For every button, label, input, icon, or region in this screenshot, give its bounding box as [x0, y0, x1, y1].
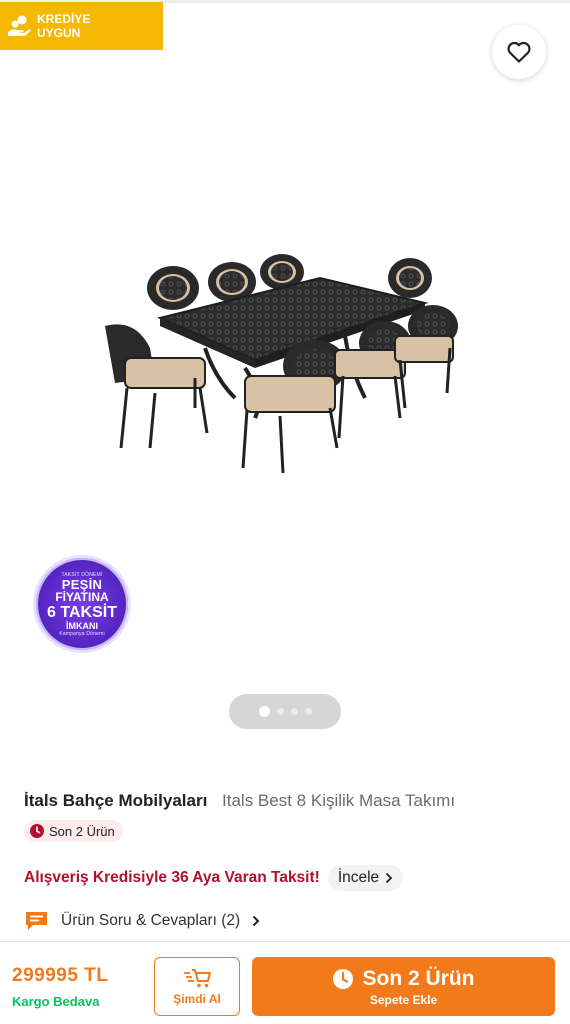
product-name: Itals Best 8 Kişilik Masa Takımı — [222, 791, 456, 810]
buy-now-label: Şimdi Al — [173, 992, 221, 1006]
qa-link[interactable]: Ürün Soru & Cevapları (2) — [24, 910, 260, 932]
qa-label: Ürün Soru & Cevapları (2) — [61, 912, 241, 929]
installment-promo-sticker: TAKSİT DÖNEMİ PEŞİN FİYATINA 6 TAKSİT İM… — [33, 555, 131, 653]
coins-hand-icon — [8, 15, 31, 36]
product-title: İtals Bahçe Mobilyaları Itals Best 8 Kiş… — [24, 791, 564, 811]
credit-badge-text: KREDİYE UYGUN — [37, 12, 91, 40]
brand-name[interactable]: İtals Bahçe Mobilyaları — [24, 791, 207, 810]
promo-line2: FİYATINA — [55, 589, 109, 604]
fast-cart-icon — [184, 969, 211, 988]
clock-icon — [30, 824, 44, 838]
clock-icon — [333, 968, 354, 989]
pager-dot[interactable] — [290, 708, 298, 715]
checkout-bar: 299995 TL Kargo Bedava Şimdi Al Son 2 Ür… — [0, 941, 570, 1024]
promo-line3: 6 TAKSİT — [47, 603, 117, 621]
image-pager[interactable] — [229, 694, 341, 729]
product-image[interactable] — [95, 248, 475, 480]
promo-small-top: TAKSİT DÖNEMİ — [61, 571, 103, 578]
add-to-cart-main-label: Son 2 Ürün — [362, 966, 475, 990]
pager-dot[interactable] — [304, 708, 312, 715]
promo-small-bottom: Kampanya Dönemi — [59, 630, 105, 637]
chevron-right-icon — [386, 872, 393, 884]
buy-now-button[interactable]: Şimdi Al — [154, 957, 240, 1016]
heart-outline-icon — [507, 41, 531, 63]
credit-promo-text: Alışveriş Kredisiyle 36 Aya Varan Taksit… — [24, 869, 320, 886]
add-to-cart-button[interactable]: Son 2 Ürün Sepete Ekle — [252, 957, 555, 1016]
chevron-right-icon — [252, 915, 260, 927]
pager-dot[interactable] — [276, 708, 284, 715]
credit-promo-row: Alışveriş Kredisiyle 36 Aya Varan Taksit… — [24, 865, 404, 891]
add-to-cart-sub-label: Sepete Ekle — [369, 992, 438, 1007]
chat-icon — [26, 912, 47, 930]
credit-eligible-badge: KREDİYE UYGUN — [0, 2, 163, 50]
free-shipping-label: Kargo Bedava — [12, 994, 100, 1009]
favorite-button[interactable] — [492, 25, 546, 79]
promo-line1: PEŞİN — [61, 576, 103, 592]
promo-line4: İMKANI — [66, 620, 98, 631]
review-button[interactable]: İncele — [327, 865, 404, 891]
pager-dot[interactable] — [258, 706, 270, 717]
low-stock-badge: Son 2 Ürün — [24, 820, 123, 842]
review-button-label: İncele — [337, 869, 380, 886]
low-stock-text: Son 2 Ürün — [49, 823, 115, 839]
price: 299995 TL — [12, 965, 109, 986]
